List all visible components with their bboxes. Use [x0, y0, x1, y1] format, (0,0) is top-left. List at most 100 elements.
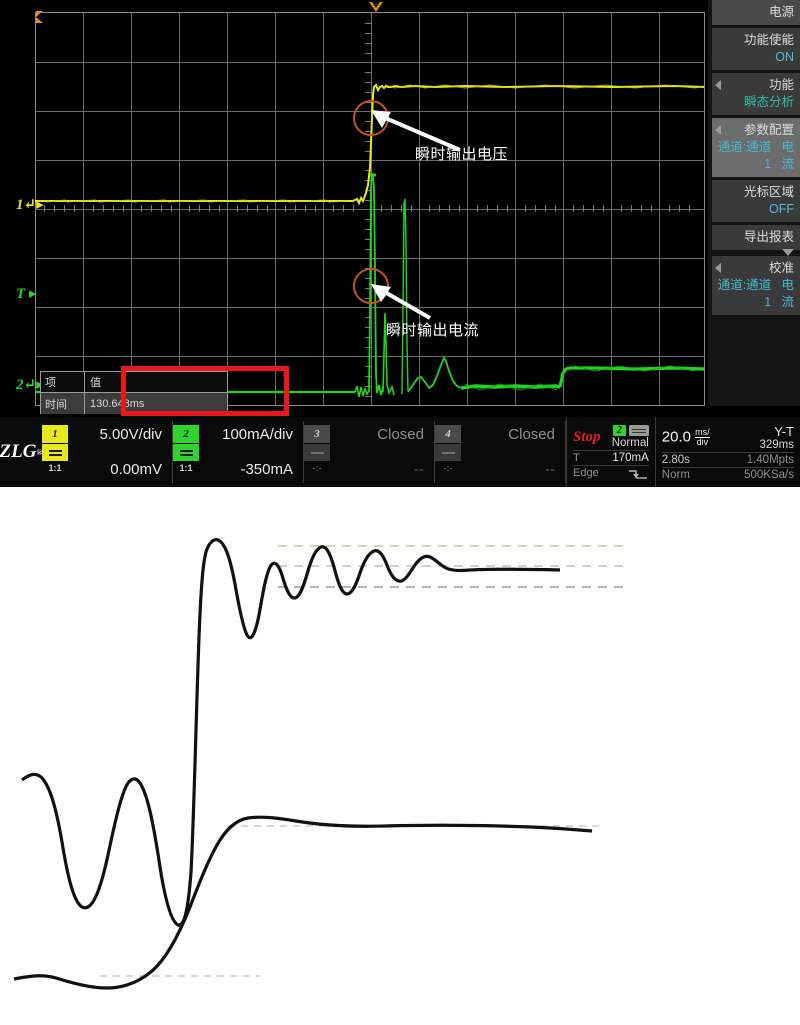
timebase-row-acq: Norm 500KSa/s — [661, 466, 794, 481]
logo-text: ZLG — [0, 441, 37, 462]
channel-2-values: 100mA/div -350mA — [199, 425, 303, 479]
trigger-level-label: T — [573, 452, 580, 464]
trigger-row-state: Stop 2 Normal — [573, 425, 649, 449]
coupling-icon — [42, 444, 68, 461]
channel-3-values: Closed -- — [330, 425, 434, 479]
menu-value-unit: 电流 — [781, 278, 794, 309]
run-stop-status[interactable]: Stop — [573, 429, 601, 446]
attenuation-label: 1:1 — [179, 463, 193, 473]
channel-1-badge[interactable]: 1 1:1 — [42, 425, 68, 479]
menu-value: ON — [775, 50, 794, 64]
chevron-left-icon[interactable] — [715, 80, 721, 90]
timebase-delay: 2.80s — [661, 453, 690, 466]
channel-scale: Closed — [377, 426, 424, 443]
channel-4-block[interactable]: 4 -:- Closed -- — [435, 421, 566, 483]
menu-item-power-source[interactable]: 电源 — [712, 0, 800, 25]
channel-3-badge[interactable]: 3 -:- — [304, 425, 330, 479]
menu-label: 光标区域 — [743, 185, 794, 199]
trigger-level-value: 170mA — [612, 452, 649, 464]
menu-item-calibration[interactable]: 校准 通道:通道1 电流 — [712, 256, 800, 315]
voltage-annotation-label: 瞬时输出电压 — [415, 145, 509, 163]
acquisition-mode: Norm — [661, 468, 690, 481]
lower-step-trace — [13, 815, 593, 990]
trigger-position-marker-inner — [372, 2, 380, 8]
channel-1-ground-marker[interactable]: 1↵▸ — [16, 198, 44, 213]
menu-item-function[interactable]: 功能 瞬态分析 — [712, 73, 800, 115]
channel-scale: Closed — [508, 426, 555, 443]
trigger-mode: Normal — [611, 437, 649, 449]
menu-value-row: 通道:通道1 电流 — [716, 139, 794, 173]
menu-label: 导出报表 — [743, 230, 794, 244]
menu-item-parameter-config[interactable]: 参数配置 通道:通道1 电流 — [712, 118, 800, 177]
chevron-down-icon[interactable] — [782, 249, 794, 256]
trigger-level-marker[interactable]: T ▸ — [16, 287, 36, 302]
menu-item-function-enable[interactable]: 功能使能 ON — [712, 28, 800, 70]
coupling-icon — [435, 444, 461, 461]
chevron-left-icon[interactable] — [715, 263, 721, 273]
oscilloscope-screen: 1↵▸ T ▸ 2↵▸ 瞬时输出电压 瞬时输出电流 项 值 时间 130.648… — [0, 0, 800, 487]
row-item: 时间 — [41, 393, 85, 414]
display-mode: Y-T — [774, 423, 794, 439]
trigger-source-badge: 2 — [612, 425, 626, 436]
channel-2-block[interactable]: 2 1:1 100mA/div -350mA — [173, 421, 304, 483]
channel-4-badge[interactable]: 4 -:- — [435, 425, 461, 479]
chevron-left-icon[interactable] — [715, 125, 721, 135]
channel-1-values: 5.00V/div 0.00mV — [68, 425, 172, 479]
current-highlight-circle — [353, 268, 389, 304]
coupling-icon — [173, 444, 199, 461]
trigger-type: Edge — [573, 467, 599, 479]
channel-3-block[interactable]: 3 -:- Closed -- — [304, 421, 435, 483]
menu-label: 电源 — [768, 5, 794, 19]
menu-label: 功能 — [768, 78, 794, 92]
channel-4-values: Closed -- — [461, 425, 565, 479]
channel-1-block[interactable]: 1 1:1 5.00V/div 0.00mV — [42, 421, 173, 483]
waveform-traces — [35, 83, 705, 398]
waveform-graticule[interactable] — [35, 12, 705, 406]
threshold-guide-lines — [278, 545, 630, 588]
attenuation-label: -:- — [312, 463, 322, 473]
menu-label: 参数配置 — [743, 123, 794, 137]
trigger-row-level: T 170mA — [573, 450, 649, 464]
channel-offset: -- — [545, 461, 555, 478]
trigger-slope-icon — [627, 467, 649, 479]
channel-offset: 0.00mV — [110, 461, 162, 478]
timebase-row-scale: 20.0 ms/ div Y-T 329ms — [662, 424, 794, 451]
trigger-row-type: Edge — [573, 465, 649, 479]
horizontal-position: 329ms — [759, 438, 794, 451]
channel-number: 2 — [173, 425, 199, 443]
menu-value-channel: 通道:通道1 — [717, 278, 772, 309]
coupling-icon — [304, 444, 330, 461]
channel-number: 4 — [435, 425, 461, 443]
channel-scale: 5.00V/div — [99, 426, 162, 443]
sample-rate: 500KSa/s — [744, 468, 794, 481]
timebase-scale: 20.0 ms/ div — [662, 427, 710, 447]
channel-offset: -350mA — [240, 461, 293, 478]
attenuation-label: 1:1 — [48, 463, 62, 473]
channel-2-badge[interactable]: 2 1:1 — [173, 425, 199, 479]
timebase-block[interactable]: 20.0 ms/ div Y-T 329ms 2.80s 1.40Mpts No… — [656, 417, 800, 487]
menu-label: 校准 — [768, 261, 794, 275]
channel-scale: 100mA/div — [222, 426, 293, 443]
trigger-status-block[interactable]: Stop 2 Normal T 170mA Edge — [566, 417, 656, 487]
logo-registered-mark: ® — [36, 447, 43, 457]
menu-label: 功能使能 — [743, 33, 794, 47]
voltage-highlight-circle — [353, 100, 389, 136]
timebase-scale-unit: ms/ div — [695, 427, 710, 447]
channel-number: 3 — [304, 425, 330, 443]
status-bar: ZLG ® 1 1:1 5.00V/div 0.00mV 2 1:1 100mA/… — [0, 417, 800, 487]
current-annotation-label: 瞬时输出电流 — [386, 321, 480, 339]
diagram-svg — [13, 538, 630, 990]
zlg-logo: ZLG ® — [0, 417, 42, 487]
header-item: 项 — [41, 372, 85, 392]
menu-item-cursor-area[interactable]: 光标区域 OFF — [712, 180, 800, 222]
horizontal-position-marker-left[interactable] — [36, 11, 43, 23]
timebase-row-delay: 2.80s 1.40Mpts — [661, 451, 794, 466]
upper-transient-trace — [21, 538, 561, 927]
channel-offset: -- — [414, 461, 424, 478]
side-menu-panel[interactable]: 电源 功能使能 ON 功能 瞬态分析 参数配置 通道:通道1 电流 光标区域 O… — [708, 0, 800, 406]
menu-value-channel: 通道:通道1 — [717, 140, 772, 171]
trigger-coupling-icon — [628, 425, 649, 436]
menu-item-export-report[interactable]: 导出报表 — [712, 225, 800, 256]
menu-value-row: 通道:通道1 电流 — [716, 277, 794, 311]
channel-number: 1 — [42, 425, 68, 443]
